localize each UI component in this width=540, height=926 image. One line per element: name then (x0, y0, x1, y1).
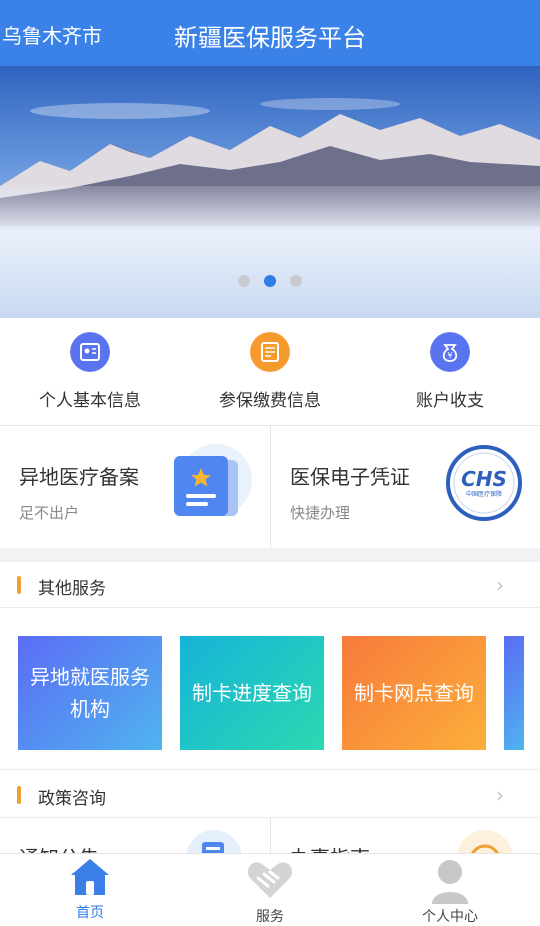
money-bag-icon: ¥ (430, 332, 470, 372)
svg-text:CHS: CHS (461, 467, 507, 491)
chevron-right-icon[interactable]: › (496, 783, 504, 807)
card-subtitle: 快捷办理 (290, 504, 351, 522)
tab-label: 首页 (76, 905, 104, 921)
section-policy-consult[interactable]: 政策咨询 › (0, 772, 540, 818)
tab-home[interactable]: 首页 (0, 854, 180, 926)
chs-logo-icon: CHS 中国医疗保障 (446, 445, 522, 521)
card-remote-medical-filing[interactable]: 异地医疗备案 足不出户 (0, 426, 270, 548)
tile-card-outlet-query[interactable]: 制卡网点查询 (342, 636, 486, 750)
tab-label: 个人中心 (422, 909, 478, 925)
carousel-dot[interactable] (238, 275, 250, 287)
page-title: 新疆医保服务平台 (174, 24, 366, 52)
card-guide[interactable]: 办事指南 (270, 818, 540, 858)
handshake-icon (247, 862, 293, 898)
payment-record-icon (250, 332, 290, 372)
quick-label: 参保缴费信息 (219, 391, 321, 411)
svg-text:中国医疗保障: 中国医疗保障 (466, 490, 502, 498)
user-icon (432, 860, 468, 904)
section-accent-bar (17, 576, 21, 594)
quick-account-balance[interactable]: ¥ 账户收支 (360, 318, 540, 426)
card-subtitle: 足不出户 (19, 504, 80, 522)
quick-label: 账户收支 (416, 391, 484, 411)
section-accent-bar (17, 786, 21, 804)
tab-label: 服务 (256, 909, 284, 925)
chevron-right-icon[interactable]: › (496, 573, 504, 597)
tile-remote-medical-institutions[interactable]: 异地就医服务机构 (18, 636, 162, 750)
quick-actions: 个人基本信息 参保缴费信息 ¥ 账户收支 (0, 318, 540, 426)
policy-cards: 通知公告 办事指南 (0, 818, 540, 858)
star-document-icon (174, 444, 252, 516)
tab-personal-center[interactable]: 个人中心 (360, 854, 540, 926)
home-icon (71, 859, 109, 895)
section-divider (0, 548, 540, 562)
tab-services[interactable]: 服务 (180, 854, 360, 926)
bottom-tab-bar: 首页 服务 个人中心 (0, 853, 540, 925)
quick-payment-info[interactable]: 参保缴费信息 (180, 318, 360, 426)
quick-personal-info[interactable]: 个人基本信息 (0, 318, 180, 426)
feature-cards: 异地医疗备案 足不出户 医保电子凭证 快捷办理 CHS 中国医疗保障 (0, 426, 540, 548)
carousel-dot[interactable] (290, 275, 302, 287)
quick-label: 个人基本信息 (39, 391, 141, 411)
card-title: 异地医疗备案 (19, 465, 139, 489)
tile-next-partial[interactable] (504, 636, 524, 750)
card-notice[interactable]: 通知公告 (0, 818, 270, 858)
carousel-indicators (0, 272, 540, 287)
card-title: 医保电子凭证 (290, 465, 410, 489)
card-medical-e-voucher[interactable]: 医保电子凭证 快捷办理 CHS 中国医疗保障 (270, 426, 540, 548)
section-other-services[interactable]: 其他服务 › (0, 562, 540, 608)
svg-text:¥: ¥ (447, 351, 452, 360)
carousel-dot-active[interactable] (264, 275, 276, 287)
section-title: 政策咨询 (38, 789, 106, 809)
id-card-icon (70, 332, 110, 372)
service-tiles: 异地就医服务机构 制卡进度查询 制卡网点查询 (0, 608, 540, 770)
app-header: 乌鲁木齐市 新疆医保服务平台 (0, 0, 540, 66)
section-title: 其他服务 (38, 579, 106, 599)
tile-card-progress-query[interactable]: 制卡进度查询 (180, 636, 324, 750)
